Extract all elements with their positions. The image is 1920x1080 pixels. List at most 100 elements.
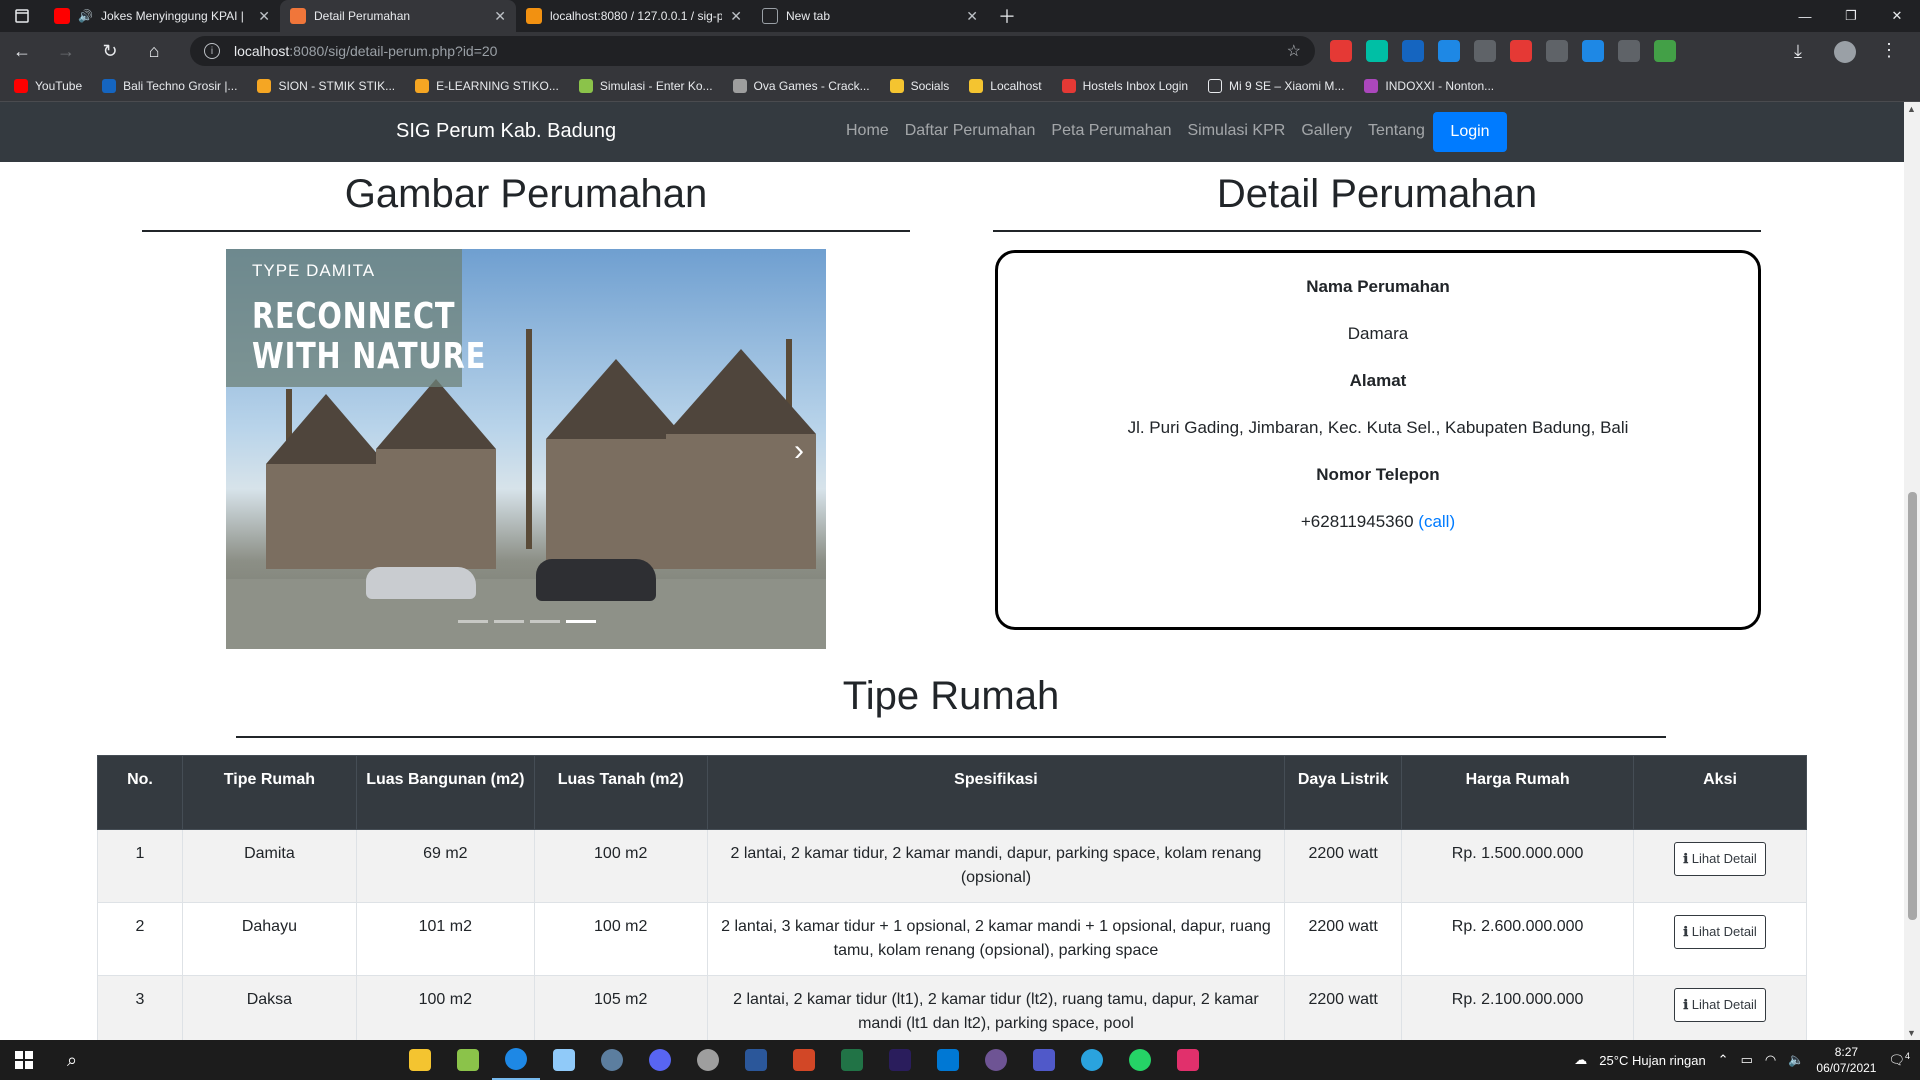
bookmark-label: Bali Techno Grosir |... <box>123 78 238 93</box>
scroll-up-icon[interactable]: ▲ <box>1907 104 1916 114</box>
close-tab-icon[interactable]: ✕ <box>730 8 742 25</box>
page-scrollbar[interactable]: ▲ ▼ <box>1904 102 1920 1040</box>
instagram-icon[interactable] <box>1164 1040 1212 1080</box>
word-icon[interactable] <box>732 1040 780 1080</box>
edge-icon[interactable] <box>492 1040 540 1080</box>
carousel-next-icon[interactable]: › <box>794 434 804 468</box>
wifi-icon[interactable]: ◠ <box>1765 1052 1776 1068</box>
back-icon[interactable]: ← <box>0 32 44 70</box>
clock[interactable]: 8:27 06/07/2021 <box>1816 1044 1876 1076</box>
bookmark-mi9se[interactable]: Mi 9 SE – Xiaomi M... <box>1208 78 1344 93</box>
nav-link-gallery[interactable]: Gallery <box>1301 122 1352 140</box>
tab-new-tab[interactable]: New tab ✕ <box>752 0 988 32</box>
telegram-icon[interactable] <box>1068 1040 1116 1080</box>
indoxxi-icon <box>1364 78 1379 93</box>
carousel-indicator-active[interactable] <box>566 620 596 623</box>
bookmark-indoxxi[interactable]: INDOXXI - Nonton... <box>1364 78 1494 93</box>
profile-avatar[interactable] <box>1834 41 1856 63</box>
extension-glasses-icon[interactable] <box>1474 40 1496 62</box>
extension-phone-icon[interactable] <box>1546 40 1568 62</box>
reload-icon[interactable]: ↻ <box>88 32 132 70</box>
nav-link-daftar-perumahan[interactable]: Daftar Perumahan <box>905 122 1036 140</box>
excel-icon[interactable] <box>828 1040 876 1080</box>
weather-text[interactable]: 25°C Hujan ringan <box>1599 1053 1705 1068</box>
extension-camera-icon[interactable] <box>1618 40 1640 62</box>
cell-luas-bangunan: 100 m2 <box>355 975 535 1040</box>
extension-shield-icon[interactable] <box>1438 40 1460 62</box>
powerpoint-icon[interactable] <box>780 1040 828 1080</box>
image-carousel[interactable]: TYPE DAMITA RECONNECT WITH NATURE › <box>226 249 826 649</box>
windows-start-icon[interactable] <box>0 1040 48 1080</box>
extension-euro-icon[interactable] <box>1402 40 1424 62</box>
scroll-down-icon[interactable]: ▼ <box>1907 1028 1916 1038</box>
extension-leaf-icon[interactable] <box>1366 40 1388 62</box>
close-tab-icon[interactable]: ✕ <box>494 8 506 25</box>
app-circle-icon[interactable] <box>684 1040 732 1080</box>
bookmark-folder-localhost[interactable]: Localhost <box>969 78 1042 93</box>
tab-actions-icon[interactable] <box>0 0 44 32</box>
steam-icon[interactable] <box>588 1040 636 1080</box>
chat-icon[interactable] <box>540 1040 588 1080</box>
extension-puzzle-icon[interactable] <box>1654 40 1676 62</box>
nav-link-tentang[interactable]: Tentang <box>1368 122 1425 140</box>
nav-link-simulasi-kpr[interactable]: Simulasi KPR <box>1188 122 1286 140</box>
house-roof <box>266 394 386 464</box>
car <box>536 559 656 601</box>
premiere-icon[interactable] <box>876 1040 924 1080</box>
bookmark-folder-socials[interactable]: Socials <box>889 78 949 93</box>
site-brand[interactable]: SIG Perum Kab. Badung <box>396 120 616 143</box>
minimize-icon[interactable]: — <box>1782 0 1828 32</box>
restore-icon[interactable]: ❐ <box>1828 0 1874 32</box>
file-explorer-icon[interactable] <box>396 1040 444 1080</box>
bookmark-youtube[interactable]: YouTube <box>14 78 82 93</box>
nav-link-peta-perumahan[interactable]: Peta Perumahan <box>1051 122 1171 140</box>
address-bar[interactable]: i localhost:8080/sig/detail-perum.php?id… <box>190 36 1315 66</box>
scrollbar-thumb[interactable] <box>1908 492 1917 920</box>
bookmark-hostels[interactable]: Hostels Inbox Login <box>1061 78 1188 93</box>
close-tab-icon[interactable]: ✕ <box>258 8 270 25</box>
nav-link-home[interactable]: Home <box>846 122 889 140</box>
tray-chevron-icon[interactable]: ⌃ <box>1718 1052 1729 1068</box>
lihat-detail-button[interactable]: ℹ Lihat Detail <box>1674 988 1766 1022</box>
download-icon[interactable]: ⤓ <box>1776 32 1820 70</box>
bookmark-ova-games[interactable]: Ova Games - Crack... <box>732 78 870 93</box>
bookmark-sion[interactable]: SION - STMIK STIK... <box>257 78 395 93</box>
new-tab-button[interactable]: ＋ <box>988 0 1026 32</box>
bookmark-simulasi[interactable]: Simulasi - Enter Ko... <box>578 78 713 93</box>
extension-opera-icon[interactable] <box>1330 40 1352 62</box>
discord-icon[interactable] <box>636 1040 684 1080</box>
extension-translate-icon[interactable] <box>1582 40 1604 62</box>
close-window-icon[interactable]: ✕ <box>1874 0 1920 32</box>
lihat-detail-button[interactable]: ℹ Lihat Detail <box>1674 842 1766 876</box>
lihat-detail-button[interactable]: ℹ Lihat Detail <box>1674 915 1766 949</box>
bookmark-star-icon[interactable]: ☆ <box>1287 41 1301 61</box>
close-tab-icon[interactable]: ✕ <box>966 8 978 25</box>
forward-icon[interactable]: → <box>44 32 88 70</box>
call-link[interactable]: call <box>1424 512 1450 531</box>
extension-record-icon[interactable] <box>1510 40 1532 62</box>
carousel-indicator[interactable] <box>530 620 560 623</box>
browser-menu-icon[interactable]: ⋮ <box>1880 40 1898 61</box>
notification-icon[interactable]: 🗨4 <box>1888 1051 1910 1068</box>
battery-icon[interactable]: ▭ <box>1741 1052 1753 1068</box>
search-icon[interactable]: ⌕ <box>48 1040 96 1080</box>
tab-detail-perumahan[interactable]: Detail Perumahan ✕ <box>280 0 516 32</box>
login-button[interactable]: Login <box>1433 112 1507 152</box>
cell-spesifikasi: 2 lantai, 2 kamar tidur, 2 kamar mandi, … <box>706 829 1286 903</box>
vscode-icon[interactable] <box>924 1040 972 1080</box>
notepad-icon[interactable] <box>444 1040 492 1080</box>
home-icon[interactable]: ⌂ <box>132 32 176 70</box>
volume-icon[interactable]: 🔈 <box>1788 1052 1804 1068</box>
github-icon[interactable] <box>972 1040 1020 1080</box>
carousel-indicator[interactable] <box>458 620 488 623</box>
teams-icon[interactable] <box>1020 1040 1068 1080</box>
tab-youtube[interactable]: 🔊 Jokes Menyinggung KPAI | ✕ <box>44 0 280 32</box>
whatsapp-icon[interactable] <box>1116 1040 1164 1080</box>
bookmark-elearning[interactable]: E-LEARNING STIKO... <box>415 78 559 93</box>
site-info-icon[interactable]: i <box>204 43 220 59</box>
tab-phpmyadmin[interactable]: localhost:8080 / 127.0.0.1 / sig-p ✕ <box>516 0 752 32</box>
nav-links: Home Daftar Perumahan Peta Perumahan Sim… <box>846 122 1425 140</box>
cell-daya-listrik: 2200 watt <box>1284 829 1403 903</box>
bookmark-bali-techno[interactable]: Bali Techno Grosir |... <box>102 78 238 93</box>
carousel-indicator[interactable] <box>494 620 524 623</box>
